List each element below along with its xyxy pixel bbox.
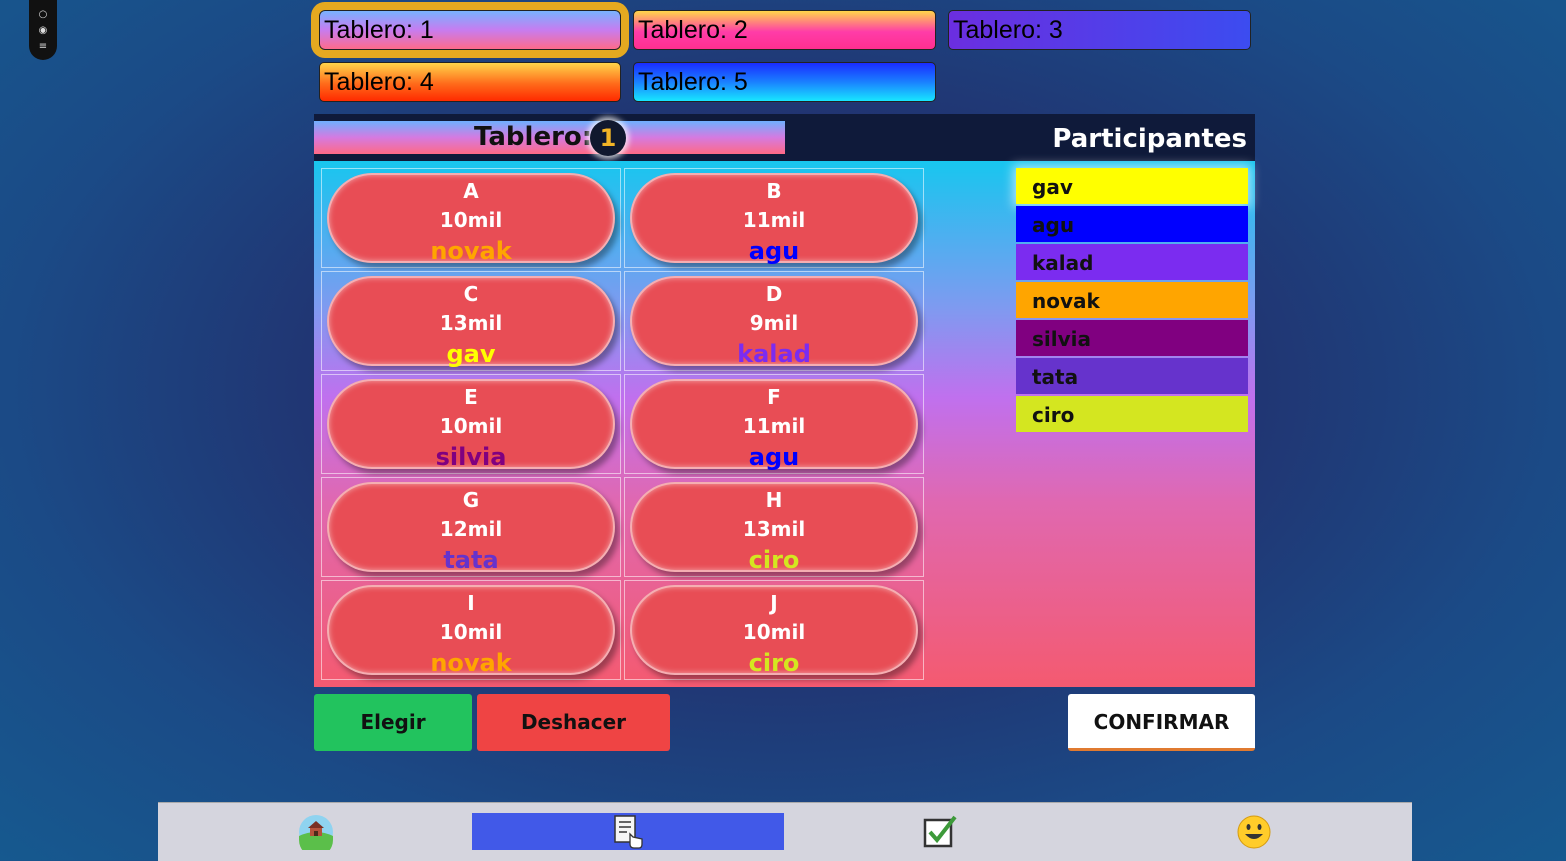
menu-icon[interactable]: ≡ [39,42,47,52]
tab-tablero-4[interactable]: Tablero: 4 [319,62,621,102]
participants-list: gav agu kalad novak silvia tata ciro [1016,168,1248,434]
slot-price: 11mil [742,208,806,232]
board-cell-f: F 11mil agu [624,374,924,474]
board-slot-button[interactable]: D 9mil kalad [630,276,918,368]
board-slot-button[interactable]: E 10mil silvia [327,379,615,471]
board-slot-button[interactable]: J 10mil ciro [630,585,918,677]
deshacer-button[interactable]: Deshacer [477,694,670,751]
slot-owner: ciro [748,649,800,677]
board-number-badge: 1 [590,120,626,156]
tab-tablero-1[interactable]: Tablero: 1 [313,4,627,56]
board-slot-button[interactable]: G 12mil tata [327,482,615,574]
slot-owner: agu [748,237,800,265]
nav-home[interactable] [294,813,338,850]
slot-price: 10mil [439,208,503,232]
board-cell-a: A 10mil novak [321,168,621,268]
slot-price: 10mil [439,620,503,644]
slot-letter: J [770,591,778,615]
bottom-nav [158,802,1412,861]
slot-owner: silvia [435,443,507,471]
board-cell-d: D 9mil kalad [624,271,924,371]
checklist-hand-icon [614,814,643,849]
slot-price: 12mil [439,517,503,541]
smiley-icon [1237,815,1271,848]
chat-icon[interactable]: ○ [39,10,48,20]
landscape-icon [299,814,333,850]
nav-board[interactable] [472,813,784,850]
board-slot-button[interactable]: C 13mil gav [327,276,615,368]
participant-silvia[interactable]: silvia [1016,320,1248,356]
slot-letter: H [765,488,783,512]
board-cell-e: E 10mil silvia [321,374,621,474]
nav-profile[interactable] [1234,813,1274,850]
board-cell-i: I 10mil novak [321,580,621,680]
slot-owner: novak [430,237,512,265]
participants-title: Participantes [1052,124,1247,154]
board-slot-button[interactable]: H 13mil ciro [630,482,918,574]
participant-ciro[interactable]: ciro [1016,396,1248,432]
slot-owner: agu [748,443,800,471]
confirmar-button[interactable]: CONFIRMAR [1068,694,1255,751]
tab-tablero-2[interactable]: Tablero: 2 [633,10,936,50]
board-slot-button[interactable]: B 11mil agu [630,173,918,265]
slot-letter: A [463,179,479,203]
board-slot-button[interactable]: I 10mil novak [327,585,615,677]
board-cell-c: C 13mil gav [321,271,621,371]
slot-price: 10mil [439,414,503,438]
slot-letter: B [766,179,782,203]
slot-letter: F [767,385,781,409]
floating-mini-toolbar: ○ ◉ ≡ [29,0,57,60]
slot-price: 13mil [439,311,503,335]
participant-tata[interactable]: tata [1016,358,1248,394]
board-cell-j: J 10mil ciro [624,580,924,680]
slot-price: 10mil [742,620,806,644]
participant-gav[interactable]: gav [1016,168,1248,204]
slot-price: 11mil [742,414,806,438]
participant-kalad[interactable]: kalad [1016,244,1248,280]
slot-owner: tata [443,546,499,574]
board-slot-button[interactable]: A 10mil novak [327,173,615,265]
slot-letter: C [463,282,479,306]
elegir-button[interactable]: Elegir [314,694,472,751]
eye-icon[interactable]: ◉ [39,26,48,36]
board-title: Tablero: [474,122,593,152]
tab-tablero-5[interactable]: Tablero: 5 [633,62,936,102]
slot-price: 13mil [742,517,806,541]
slot-letter: E [464,385,478,409]
slot-owner: novak [430,649,512,677]
slot-letter: I [467,591,475,615]
nav-check[interactable] [920,813,960,850]
board-header: Tablero: 1 Participantes [314,114,1255,161]
slot-letter: D [765,282,783,306]
board-slot-button[interactable]: F 11mil agu [630,379,918,471]
participant-novak[interactable]: novak [1016,282,1248,318]
slot-price: 9mil [749,311,799,335]
slot-owner: gav [446,340,496,368]
checkbox-check-icon [923,815,957,847]
board-cell-b: B 11mil agu [624,168,924,268]
participant-agu[interactable]: agu [1016,206,1248,242]
board-cell-g: G 12mil tata [321,477,621,577]
slot-letter: G [462,488,480,512]
tab-tablero-3[interactable]: Tablero: 3 [948,10,1251,50]
slot-owner: kalad [737,340,811,368]
board-cell-h: H 13mil ciro [624,477,924,577]
slot-owner: ciro [748,546,800,574]
